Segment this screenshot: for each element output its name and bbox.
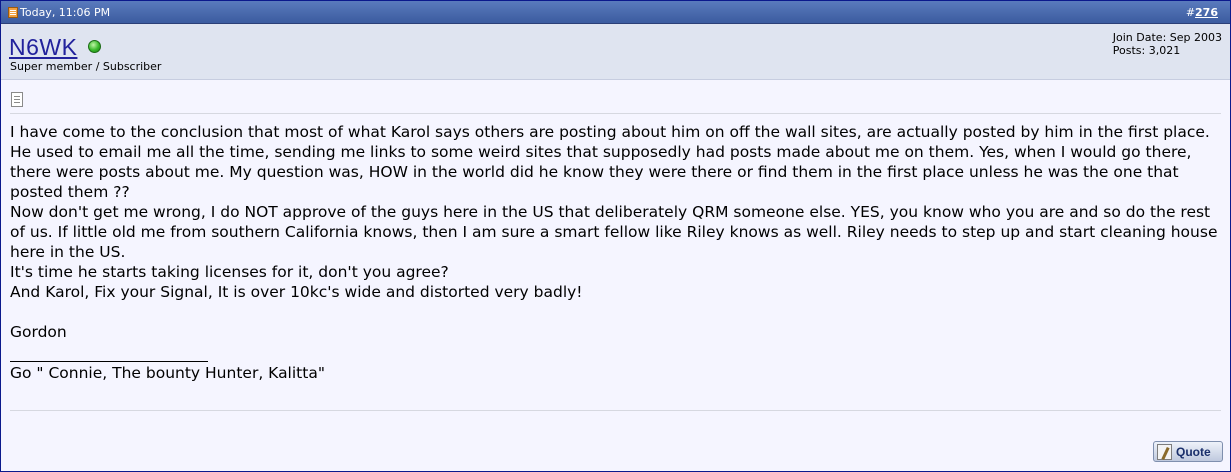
post-header: Today, 11:06 PM #276 (1, 1, 1230, 24)
message-icon (11, 92, 23, 107)
divider (10, 410, 1221, 411)
message-line: He used to email me all the time, sendin… (10, 143, 1192, 201)
post-icon (8, 6, 18, 18)
signature: Go " Connie, The bounty Hunter, Kalitta" (10, 364, 325, 382)
user-stats: Join Date: Sep 2003 Posts: 3,021 (1113, 31, 1222, 57)
quote-icon (1157, 443, 1172, 460)
quote-button-label: Quote (1176, 444, 1211, 459)
divider (10, 113, 1221, 114)
message-area: I have come to the conclusion that most … (1, 80, 1230, 471)
online-status-icon (88, 40, 101, 53)
post-message: I have come to the conclusion that most … (10, 122, 1222, 383)
message-line: Now don't get me wrong, I do NOT approve… (10, 203, 1218, 261)
post-count: Posts: 3,021 (1112, 44, 1181, 57)
post-number-link[interactable]: 276 (1195, 6, 1218, 19)
forum-post: Today, 11:06 PM #276 N6WK Super member /… (0, 0, 1231, 472)
user-title: Super member / Subscriber (10, 60, 162, 73)
post-date: Today, 11:06 PM (20, 5, 111, 19)
message-line: And Karol, Fix your Signal, It is over 1… (10, 283, 583, 301)
post-date-block: Today, 11:06 PM (8, 6, 110, 19)
quote-button[interactable]: Quote (1153, 441, 1223, 462)
sign-off: Gordon (10, 323, 67, 341)
username-link[interactable]: N6WK (9, 34, 77, 61)
signature-separator (10, 360, 208, 362)
message-line: It's time he starts taking licenses for … (10, 263, 449, 281)
join-date: Join Date: Sep 2003 (1112, 31, 1222, 44)
message-line: I have come to the conclusion that most … (10, 123, 1210, 141)
post-number-block: #276 (1186, 6, 1218, 19)
post-number-prefix: # (1185, 5, 1196, 19)
user-info: N6WK Super member / Subscriber Join Date… (1, 24, 1230, 80)
